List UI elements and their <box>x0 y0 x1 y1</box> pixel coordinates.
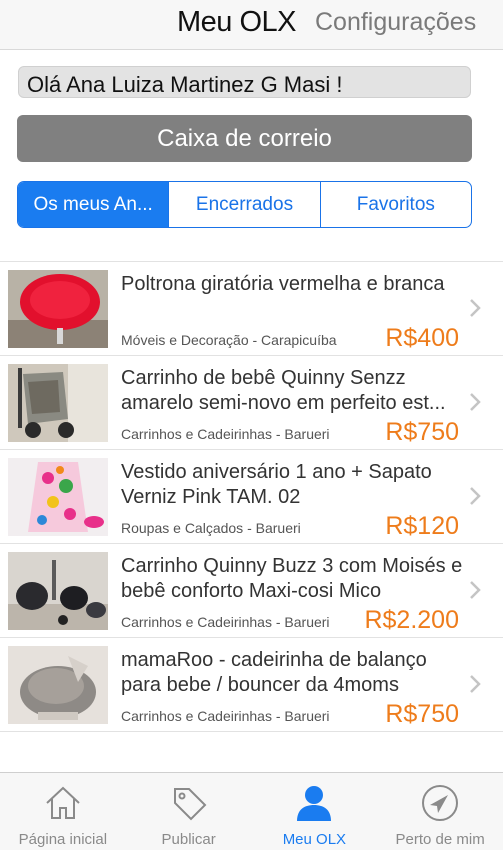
chevron-right-icon <box>470 675 481 693</box>
tab-publish-label: Publicar <box>161 831 216 848</box>
ad-thumbnail <box>8 364 108 442</box>
ad-price: R$2.200 <box>364 606 459 634</box>
chevron-right-icon <box>470 581 481 599</box>
ad-thumbnail <box>8 646 108 724</box>
ad-price: R$750 <box>385 418 459 446</box>
tab-bar: Página inicial Publicar Meu OLX Perto de… <box>0 772 503 850</box>
ad-category: Carrinhos e Cadeirinhas - Barueri <box>121 426 330 442</box>
person-icon <box>297 786 332 821</box>
ad-price: R$120 <box>385 512 459 540</box>
greeting-label: Olá Ana Luiza Martinez G Masi ! <box>18 66 471 98</box>
settings-link[interactable]: Configurações <box>315 8 476 37</box>
tab-nearby-label: Perto de mim <box>395 831 485 848</box>
segment-my-ads[interactable]: Os meus An... <box>18 182 170 227</box>
ad-title: Poltrona giratória vermelha e branca <box>121 273 445 295</box>
segment-closed[interactable]: Encerrados <box>169 182 321 227</box>
nav-header: Meu OLX Configurações <box>0 0 503 50</box>
list-item[interactable]: Poltrona giratória vermelha e branca Móv… <box>0 262 503 356</box>
location-arrow-icon <box>422 785 459 821</box>
ads-segmented-control: Os meus An... Encerrados Favoritos <box>17 181 472 228</box>
ads-list: Poltrona giratória vermelha e branca Móv… <box>0 261 503 732</box>
tab-nearby[interactable]: Perto de mim <box>377 773 503 850</box>
ad-price: R$750 <box>385 700 459 728</box>
ad-price: R$400 <box>385 324 459 352</box>
tag-icon <box>173 788 207 821</box>
tab-publish[interactable]: Publicar <box>126 773 252 850</box>
list-item[interactable]: mamaRoo - cadeirinha de balanço para beb… <box>0 638 503 732</box>
ad-thumbnail <box>8 552 108 630</box>
chevron-right-icon <box>470 299 481 317</box>
ad-category: Carrinhos e Cadeirinhas - Barueri <box>121 708 330 724</box>
ad-title: Vestido aniversário 1 ano + Sapato Verni… <box>121 461 432 508</box>
ad-category: Carrinhos e Cadeirinhas - Barueri <box>121 614 330 630</box>
home-icon <box>46 786 80 819</box>
ad-title: mamaRoo - cadeirinha de balanço para beb… <box>121 649 427 696</box>
page-title: Meu OLX <box>177 6 297 38</box>
chevron-right-icon <box>470 393 481 411</box>
ad-title: Carrinho de bebê Quinny Senzz amarelo se… <box>121 367 446 414</box>
ad-thumbnail <box>8 458 108 536</box>
tab-home[interactable]: Página inicial <box>0 773 126 850</box>
list-item[interactable]: Vestido aniversário 1 ano + Sapato Verni… <box>0 450 503 544</box>
list-item[interactable]: Carrinho de bebê Quinny Senzz amarelo se… <box>0 356 503 450</box>
segment-favorites[interactable]: Favoritos <box>321 182 471 227</box>
chevron-right-icon <box>470 487 481 505</box>
ad-category: Móveis e Decoração - Carapicuíba <box>121 332 337 348</box>
tab-my-olx-label: Meu OLX <box>282 831 347 848</box>
ad-thumbnail <box>8 270 108 348</box>
mailbox-button[interactable]: Caixa de correio <box>17 115 472 162</box>
ad-title: Carrinho Quinny Buzz 3 com Moisés e bebê… <box>121 555 463 602</box>
list-item[interactable]: Carrinho Quinny Buzz 3 com Moisés e bebê… <box>0 544 503 638</box>
tab-home-label: Página inicial <box>18 831 108 848</box>
ad-category: Roupas e Calçados - Barueri <box>121 520 301 536</box>
tab-my-olx[interactable]: Meu OLX <box>252 773 378 850</box>
